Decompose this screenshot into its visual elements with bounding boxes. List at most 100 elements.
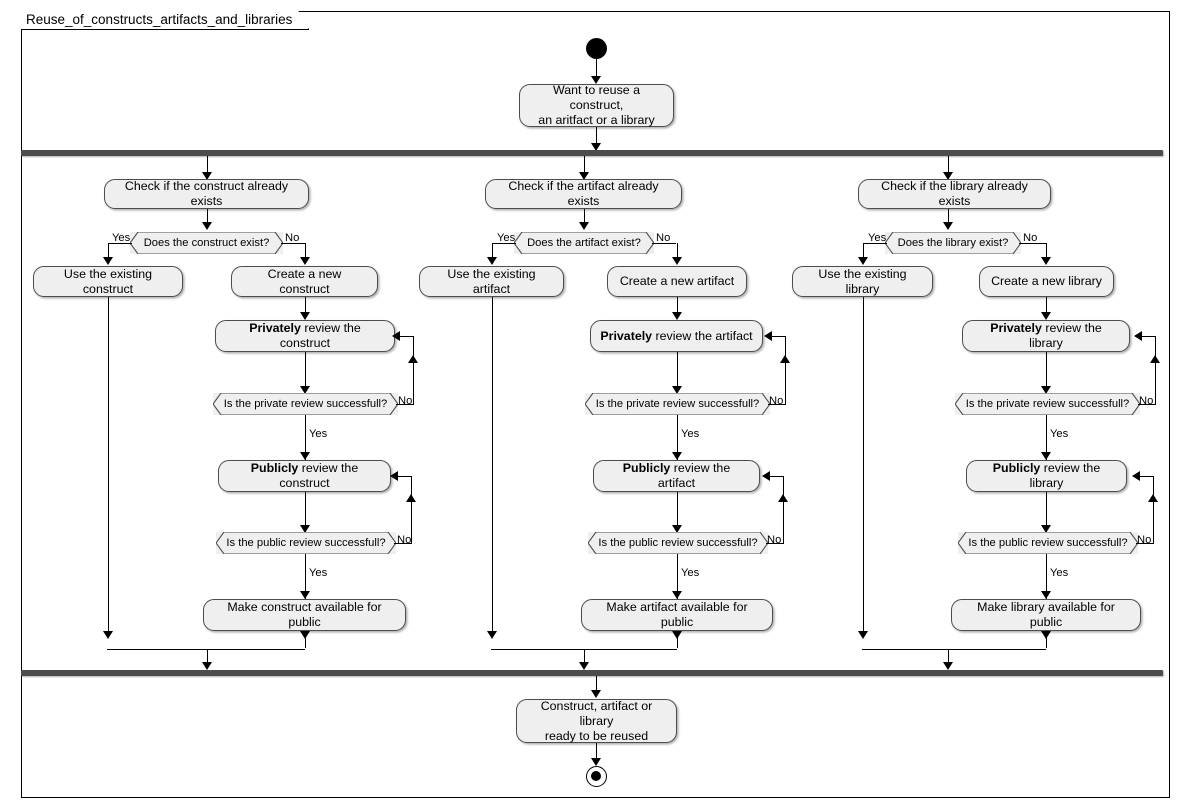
activity-check-artifact-exists[interactable]: Check if the artifact already exists xyxy=(485,179,682,209)
arrowhead-yes-library xyxy=(858,257,868,265)
edge-create-to-private-artifact xyxy=(676,297,678,313)
arrowhead-check-to-decision-construct xyxy=(202,222,212,230)
edge-no-private-library-v xyxy=(1154,336,1156,405)
activity-make-library-available[interactable]: Make library available for public xyxy=(951,599,1141,631)
edge-public-to-decision-library xyxy=(1045,492,1047,526)
activity-publicly-review-library-bold: Publicly xyxy=(992,461,1041,475)
activity-make-construct-available[interactable]: Make construct available for public xyxy=(203,599,406,631)
arrowhead-yes-public-artifact xyxy=(672,591,682,599)
activity-create-new-construct[interactable]: Create a new construct xyxy=(231,266,378,297)
edge-public-to-decision-construct xyxy=(304,492,306,526)
activity-publicly-review-artifact[interactable]: Publicly review the artifact xyxy=(593,460,760,492)
activity-privately-review-construct[interactable]: Privately review the construct xyxy=(215,320,395,352)
decision-public-review-library[interactable]: Is the public review successfull? xyxy=(958,532,1138,554)
arrowhead-create-to-private-construct xyxy=(300,312,310,320)
edge-no-public-construct-h1 xyxy=(394,543,412,545)
edge-no-public-artifact-v xyxy=(782,476,784,544)
edge-bypass-library xyxy=(862,297,864,633)
activity-create-new-artifact[interactable]: Create a new artifact xyxy=(607,266,747,297)
arrowhead-create-to-private-library xyxy=(1041,312,1051,320)
guard-yes-private-construct: Yes xyxy=(309,428,328,440)
decision-private-review-library[interactable]: Is the private review successfull? xyxy=(955,393,1140,415)
arrowhead-up-no-private-construct xyxy=(408,355,418,363)
arrowhead-left-no-public-artifact xyxy=(762,471,770,481)
activity-ready-to-be-reused-line2: ready to be reused xyxy=(544,728,649,743)
decision-public-review-artifact-label: Is the public review successfull? xyxy=(598,536,758,549)
decision-private-review-artifact[interactable]: Is the private review successfull? xyxy=(585,393,770,415)
decision-public-review-artifact[interactable]: Is the public review successfull? xyxy=(588,532,768,554)
edge-no-library-h xyxy=(1019,243,1046,245)
edge-yes-artifact-h xyxy=(492,243,516,245)
arrowhead-up-no-public-artifact xyxy=(778,494,788,502)
decision-private-review-construct-label: Is the private review successfull? xyxy=(223,397,388,410)
arrowhead-make-to-merge-artifact xyxy=(672,631,682,639)
arrowhead-no-artifact xyxy=(672,257,682,265)
activity-diagram-canvas: Reuse_of_constructs_artifacts_and_librar… xyxy=(0,0,1184,809)
arrowhead-bypass-library xyxy=(858,631,868,639)
activity-privately-review-library[interactable]: Privately review the library xyxy=(962,320,1130,352)
activity-want-to-reuse-line2: an aritfact or a library xyxy=(538,113,655,127)
decision-public-review-construct[interactable]: Is the public review successfull? xyxy=(216,532,396,554)
activity-use-existing-construct[interactable]: Use the existing construct xyxy=(33,266,183,297)
arrowhead-up-no-public-construct xyxy=(406,494,416,502)
arrowhead-yes-artifact xyxy=(487,257,497,265)
arrowhead-yes-private-library xyxy=(1041,452,1051,460)
edge-no-private-library-h1 xyxy=(1138,404,1156,406)
activity-check-library-exists[interactable]: Check if the library already exists xyxy=(858,179,1051,209)
edge-bypass-construct xyxy=(107,297,109,633)
activity-create-new-library[interactable]: Create a new library xyxy=(979,266,1114,297)
activity-privately-review-artifact[interactable]: Privately review the artifact xyxy=(590,320,763,352)
activity-check-construct-exists[interactable]: Check if the construct already exists xyxy=(104,179,309,209)
activity-want-to-reuse[interactable]: Want to reuse a construct, an aritfact o… xyxy=(519,83,674,127)
decision-public-review-library-label: Is the public review successfull? xyxy=(968,536,1128,549)
decision-does-construct-exist[interactable]: Does the construct exist? xyxy=(130,232,283,254)
decision-private-review-construct[interactable]: Is the private review successfull? xyxy=(213,393,398,415)
edge-no-construct-h xyxy=(281,243,305,245)
arrowhead-up-no-public-library xyxy=(1148,494,1158,502)
arrowhead-merge-to-join-library xyxy=(943,662,953,670)
edge-yes-construct-h xyxy=(108,243,132,245)
activity-use-existing-library[interactable]: Use the existing library xyxy=(792,266,933,297)
decision-private-review-library-label: Is the private review successfull? xyxy=(965,397,1130,410)
initial-node xyxy=(586,38,607,59)
edge-no-private-artifact-v xyxy=(784,336,786,405)
arrowhead-create-to-private-artifact xyxy=(672,312,682,320)
edge-bypass-artifact xyxy=(491,297,493,633)
arrowhead-check-to-decision-library xyxy=(943,222,953,230)
arrowhead-left-no-public-construct xyxy=(390,471,398,481)
diagram-title-tab: Reuse_of_constructs_artifacts_and_librar… xyxy=(21,11,309,30)
arrowhead-make-to-merge-construct xyxy=(300,631,310,639)
activity-privately-review-construct-bold: Privately xyxy=(249,321,301,335)
edge-yes-library-h xyxy=(863,243,887,245)
guard-yes-private-library: Yes xyxy=(1050,428,1069,440)
activity-use-existing-artifact[interactable]: Use the existing artifact xyxy=(419,266,564,297)
activity-publicly-review-artifact-bold: Publicly xyxy=(622,461,671,475)
decision-does-artifact-exist[interactable]: Does the artifact exist? xyxy=(514,232,654,254)
edge-no-public-construct-v xyxy=(410,476,412,544)
arrowhead-yes-public-library xyxy=(1041,591,1051,599)
activity-publicly-review-library[interactable]: Publicly review the library xyxy=(966,460,1127,492)
activity-publicly-review-construct[interactable]: Publicly review the construct xyxy=(218,460,391,492)
decision-does-library-exist-label: Does the library exist? xyxy=(897,236,1009,249)
arrowhead-yes-private-construct xyxy=(300,452,310,460)
activity-publicly-review-construct-bold: Publicly xyxy=(250,461,299,475)
edge-no-artifact-h xyxy=(652,243,676,245)
decision-does-artifact-exist-label: Does the artifact exist? xyxy=(527,236,641,249)
arrowhead-left-no-private-library xyxy=(1134,331,1142,341)
activity-want-to-reuse-line1: Want to reuse a construct, xyxy=(552,83,640,112)
arrowhead-bypass-construct xyxy=(103,631,113,639)
arrowhead-yes-private-artifact xyxy=(672,452,682,460)
arrowhead-up-no-private-library xyxy=(1150,355,1160,363)
arrowhead-up-no-private-artifact xyxy=(780,355,790,363)
activity-make-artifact-available[interactable]: Make artifact available for public xyxy=(581,599,773,631)
edge-no-public-library-h1 xyxy=(1136,543,1154,545)
edge-no-private-construct-h1 xyxy=(396,404,414,406)
edge-no-public-library-v xyxy=(1152,476,1154,544)
activity-ready-to-be-reused[interactable]: Construct, artifact or library ready to … xyxy=(516,699,677,743)
arrowhead-yes-public-construct xyxy=(300,591,310,599)
merge-line-library xyxy=(862,649,1046,651)
edge-no-public-artifact-h1 xyxy=(766,543,784,545)
decision-does-library-exist[interactable]: Does the library exist? xyxy=(885,232,1021,254)
arrowhead-check-to-decision-artifact xyxy=(579,222,589,230)
arrowhead-merge-to-join-construct xyxy=(202,662,212,670)
